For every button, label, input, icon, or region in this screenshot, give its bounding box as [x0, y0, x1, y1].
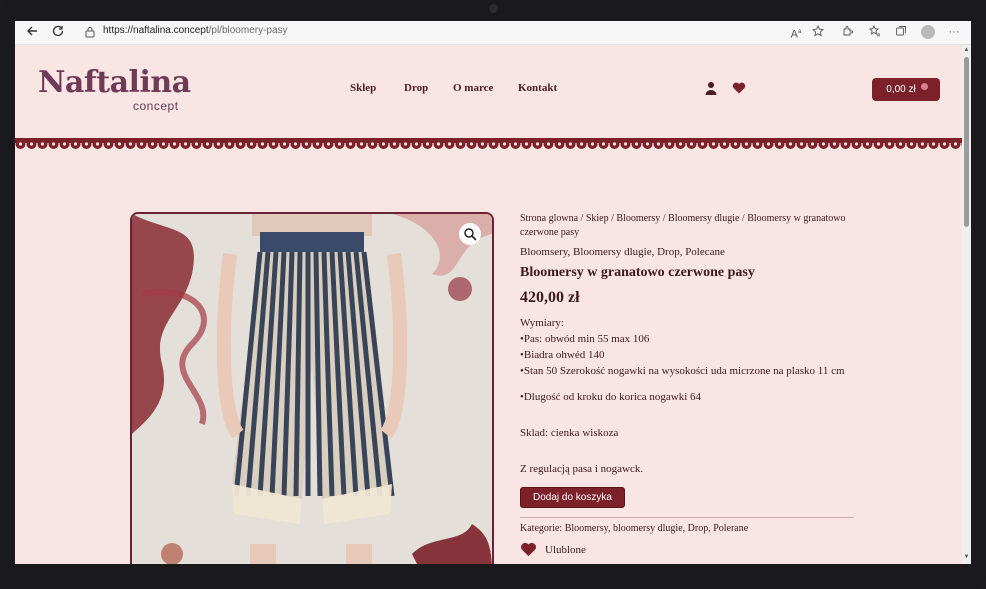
product-info: Strona glowna / Skiep / Bloomersy / Bloo… — [520, 212, 860, 558]
product-price: 420,00 zł — [520, 289, 580, 306]
product-photo-illustration — [132, 214, 492, 564]
breadcrumb[interactable]: Strona glowna / Skiep / Bloomersy / Bloo… — [520, 212, 860, 240]
length-text: •Dlugość od kroku do korica nogawki 64 — [520, 391, 702, 403]
nav-drop[interactable]: Drop — [404, 82, 428, 94]
cart-total: 0,00 zł — [886, 84, 916, 95]
page-scrollbar[interactable]: ▲ ▼ — [962, 45, 971, 564]
nav-o-marce[interactable]: O marce — [453, 82, 493, 94]
read-aloud-icon[interactable]: Aa — [789, 25, 803, 41]
reload-icon[interactable] — [50, 24, 66, 40]
address-bar[interactable]: https://naftalina.concept/pl/bloomery-pa… — [81, 23, 781, 42]
nav-kontakt[interactable]: Kontakt — [518, 82, 557, 94]
product-title: Bloomersy w granatowo czerwone pasy — [520, 265, 755, 280]
cart-badge — [921, 83, 928, 90]
dimension-line: •Stan 50 Szerokość nogawki na wysokości … — [520, 365, 845, 377]
divider — [520, 517, 854, 518]
favorite-star-icon[interactable] — [811, 24, 825, 39]
dimension-line: •Pas: obwód min 55 max 106 — [520, 333, 650, 345]
extensions-icon[interactable] — [841, 25, 855, 39]
camera — [489, 4, 498, 13]
url-text: https://naftalina.concept/pl/bloomery-pa… — [103, 25, 288, 36]
scroll-thumb[interactable] — [964, 57, 969, 227]
scroll-down-icon[interactable]: ▼ — [963, 554, 970, 561]
magnifier-icon — [464, 228, 477, 241]
favorites-icon[interactable] — [868, 24, 882, 39]
url-host: https://naftalina.concept — [103, 25, 209, 36]
product-categories-top[interactable]: Bloomsery, Bloomersy dlugie, Drop, Polec… — [520, 246, 860, 258]
dimensions-block: Wymiary: •Pas: obwód min 55 max 106 •Bia… — [520, 315, 860, 379]
back-icon[interactable] — [24, 24, 40, 40]
dimension-line: •Biadra ohwéd 140 — [520, 349, 605, 361]
composition-text: Sklad: cienka wiskoza — [520, 427, 619, 439]
wishlist-heart-icon[interactable] — [732, 82, 746, 94]
browser-toolbar: https://naftalina.concept/pl/bloomery-pa… — [15, 21, 971, 45]
device-bezel: https://naftalina.concept/pl/bloomery-pa… — [0, 0, 986, 589]
heart-icon — [521, 542, 536, 557]
scroll-up-icon[interactable]: ▲ — [963, 47, 970, 54]
lace-border-divider — [15, 138, 962, 149]
product-image[interactable] — [130, 212, 494, 564]
nav-sklep[interactable]: Sklep — [350, 82, 376, 94]
collections-icon[interactable] — [894, 25, 908, 39]
dimensions-heading: Wymiary: — [520, 317, 564, 329]
profile-avatar[interactable] — [921, 25, 935, 39]
web-page: Naftalina concept Sklep Drop O marce Kon… — [15, 45, 962, 564]
url-path: /pl/bloomery-pasy — [208, 25, 288, 36]
product-categories-bottom[interactable]: Kategorie: Bloomersy, bloomersy dlugie, … — [520, 523, 860, 534]
cart-button[interactable]: 0,00 zł — [872, 78, 940, 101]
lock-icon — [85, 27, 95, 38]
site-logo[interactable]: Naftalina concept — [38, 65, 191, 114]
favorite-toggle[interactable]: Ulublone — [520, 542, 860, 558]
logo-sub-text: concept — [133, 99, 179, 113]
zoom-button[interactable] — [459, 223, 481, 245]
account-icon[interactable] — [705, 81, 717, 95]
favorite-label: Ulublone — [545, 544, 586, 556]
logo-main-text: Naftalina — [38, 65, 191, 100]
screen: https://naftalina.concept/pl/bloomery-pa… — [15, 21, 971, 564]
add-to-cart-button[interactable]: Dodaj do koszyka — [520, 487, 625, 508]
regulation-text: Z regulacją pasa i nogawck. — [520, 463, 644, 475]
more-menu-icon[interactable]: ··· — [947, 25, 961, 39]
